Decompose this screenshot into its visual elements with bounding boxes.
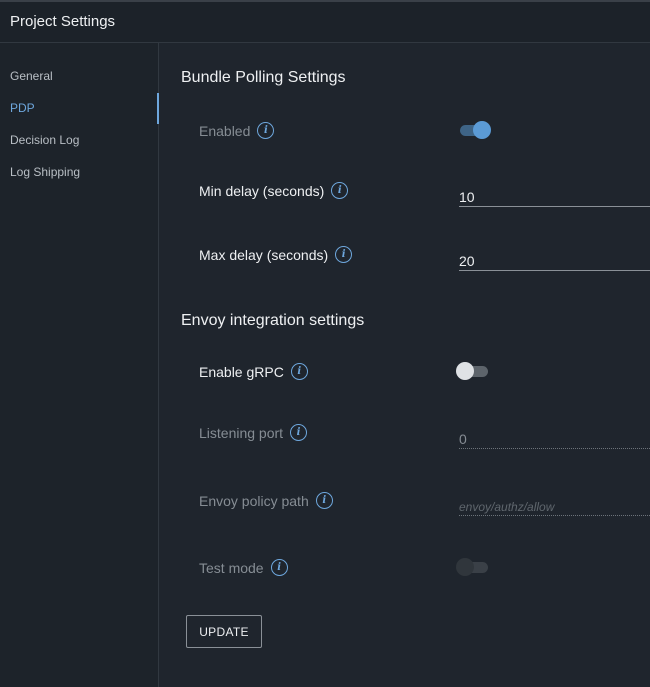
listening-port-label: Listening port bbox=[199, 424, 284, 441]
enabled-row-label: Enabled i bbox=[199, 122, 275, 139]
sidebar-item-general[interactable]: General bbox=[0, 61, 158, 91]
sidebar: General PDP Decision Log Log Shipping bbox=[0, 43, 159, 687]
max-delay-row-label: Max delay (seconds) i bbox=[199, 246, 353, 263]
info-icon[interactable]: i bbox=[331, 182, 349, 199]
info-icon[interactable]: i bbox=[257, 122, 275, 139]
max-delay-label: Max delay (seconds) bbox=[199, 246, 329, 263]
toggle-knob bbox=[456, 558, 474, 576]
listening-port-input[interactable] bbox=[459, 423, 650, 449]
bundle-polling-heading: Bundle Polling Settings bbox=[181, 69, 346, 86]
info-icon[interactable]: i bbox=[290, 424, 308, 441]
sidebar-item-log-shipping[interactable]: Log Shipping bbox=[0, 157, 158, 187]
test-mode-row-label: Test mode i bbox=[199, 559, 288, 576]
enable-grpc-row-label: Enable gRPC i bbox=[199, 363, 308, 380]
enable-grpc-label: Enable gRPC bbox=[199, 363, 284, 380]
listening-port-row-label: Listening port i bbox=[199, 424, 308, 441]
info-icon[interactable]: i bbox=[335, 246, 353, 263]
sidebar-item-decision-log[interactable]: Decision Log bbox=[0, 125, 158, 155]
enable-grpc-toggle[interactable] bbox=[456, 362, 494, 380]
min-delay-row-label: Min delay (seconds) i bbox=[199, 182, 349, 199]
toggle-knob bbox=[456, 362, 474, 380]
page-title: Project Settings bbox=[10, 13, 116, 30]
settings-panel: Bundle Polling Settings Enabled i Min de… bbox=[160, 43, 650, 687]
toggle-knob bbox=[473, 121, 491, 139]
max-delay-input[interactable] bbox=[459, 245, 650, 271]
min-delay-input[interactable] bbox=[459, 181, 650, 207]
sidebar-item-pdp[interactable]: PDP bbox=[0, 93, 159, 124]
envoy-heading: Envoy integration settings bbox=[181, 312, 365, 329]
test-mode-label: Test mode bbox=[199, 559, 264, 576]
info-icon[interactable]: i bbox=[290, 363, 308, 380]
min-delay-label: Min delay (seconds) bbox=[199, 182, 325, 199]
policy-path-input[interactable] bbox=[459, 490, 650, 516]
info-icon[interactable]: i bbox=[315, 492, 333, 509]
policy-path-row-label: Envoy policy path i bbox=[199, 492, 333, 509]
info-icon[interactable]: i bbox=[270, 559, 288, 576]
enabled-toggle[interactable] bbox=[458, 121, 496, 139]
test-mode-toggle[interactable] bbox=[456, 558, 494, 576]
enabled-label: Enabled bbox=[199, 122, 251, 139]
policy-path-label: Envoy policy path bbox=[199, 492, 309, 509]
update-button[interactable]: UPDATE bbox=[186, 615, 262, 648]
top-bar: Project Settings bbox=[0, 0, 650, 43]
